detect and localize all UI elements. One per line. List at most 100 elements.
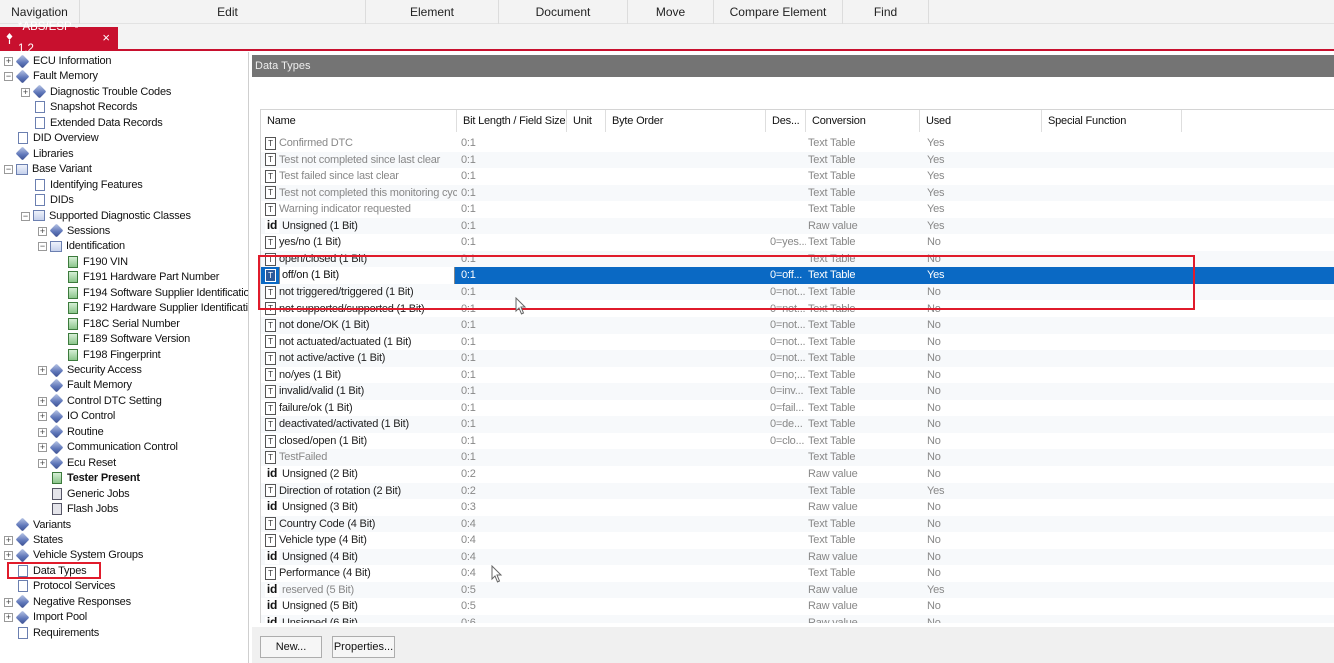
tree-item-extended-data-records[interactable]: Extended Data Records [33, 115, 163, 131]
tree-item-protocol-services[interactable]: Protocol Services [16, 578, 115, 594]
tree-item-dids[interactable]: DIDs [33, 192, 74, 208]
column-header-1[interactable]: Name [261, 110, 457, 132]
tree-item-negative-responses[interactable]: Negative Responses [15, 594, 131, 610]
tree-item-f194-software-supplier-identification[interactable]: F194 Software Supplier Identification [66, 285, 248, 301]
column-header-3[interactable]: Unit [567, 110, 606, 132]
table-row[interactable]: T Country Code (4 Bit) 0:4 Text Table No [261, 515, 1334, 533]
table-row[interactable]: T Vehicle type (4 Bit) 0:4 Text Table No [261, 532, 1334, 549]
tree-item-f192-hardware-supplier-identification[interactable]: F192 Hardware Supplier Identification [66, 300, 248, 316]
tree-item-fault-memory[interactable]: Fault Memory [49, 377, 132, 393]
tree-item-f198-fingerprint[interactable]: F198 Fingerprint [66, 347, 161, 363]
tree-item-identification[interactable]: Identification [50, 238, 125, 254]
tree-item-states[interactable]: States [15, 532, 63, 548]
column-header-7[interactable]: Used [920, 110, 1042, 132]
table-row[interactable]: Tnot triggered/triggered (1 Bit) 0:1 0=not… [261, 283, 1334, 301]
table-row[interactable]: Tnot active/active (1 Bit) 0:1 0=not... Tex… [261, 350, 1334, 367]
expand-icon[interactable]: + [4, 613, 13, 623]
table-row[interactable]: T Confirmed DTC 0:1 Text Table Yes [261, 135, 1334, 152]
expand-icon[interactable]: + [38, 443, 47, 453]
collapse-icon[interactable]: − [4, 165, 13, 175]
new-button[interactable]: New... [260, 636, 322, 658]
expand-icon[interactable]: + [4, 535, 13, 545]
column-header-4[interactable]: Byte Order [606, 110, 766, 132]
tree-item-io-control[interactable]: IO Control [49, 408, 115, 424]
table-row[interactable]: Tnot done/OK (1 Bit) 0:1 0=not... Text Tabl… [261, 317, 1334, 334]
menu-item-document[interactable]: Document [499, 0, 628, 24]
table-row[interactable]: Tno/yes (1 Bit) 0:1 0=no;... Text Table No [261, 367, 1334, 384]
properties-button[interactable]: Properties... [332, 636, 395, 658]
table-row[interactable]: T Test not completed since last clear 0:1 T… [261, 151, 1334, 169]
table-row[interactable]: Tclosed/open (1 Bit) 0:1 0=clo... Text Tabl… [261, 433, 1334, 450]
tree-item-data-types[interactable]: Data Types [16, 563, 87, 579]
table-row[interactable]: Tfailure/ok (1 Bit) 0:1 0=fail... Text Tabl… [261, 400, 1334, 417]
column-header-2[interactable]: Bit Length / Field Size [457, 110, 567, 132]
expand-icon[interactable]: + [4, 57, 13, 66]
tree-item-fault-memory[interactable]: Fault Memory [15, 68, 98, 84]
tree-item-f18c-serial-number[interactable]: F18C Serial Number [66, 316, 180, 332]
table-row[interactable]: id Unsigned (5 Bit) 0:5 Raw value No [261, 598, 1334, 615]
column-header-6[interactable]: Conversion [806, 110, 920, 132]
collapse-icon[interactable]: − [21, 211, 30, 221]
menu-item-element[interactable]: Element [366, 0, 499, 24]
menu-item-compare-element[interactable]: Compare Element [714, 0, 843, 24]
table-row[interactable]: id Unsigned (1 Bit) 0:1 Raw value Yes [261, 217, 1334, 235]
expand-icon[interactable]: + [38, 427, 47, 437]
expand-icon[interactable]: + [21, 87, 30, 97]
tree-item-ecu-reset[interactable]: Ecu Reset [49, 455, 116, 471]
table-row[interactable]: Topen/closed (1 Bit) 0:1 Text Table No [261, 250, 1334, 268]
table-row[interactable]: Tinvalid/valid (1 Bit) 0:1 0=inv... Text Ta… [261, 383, 1334, 400]
table-row[interactable]: Tnot supported/supported (1 Bit) 0:1 0=not… [261, 301, 1334, 318]
table-row[interactable]: T Performance (4 Bit) 0:4 Text Table No [261, 565, 1334, 582]
table-row[interactable]: Tdeactivated/activated (1 Bit) 0:1 0=de...… [261, 416, 1334, 433]
table-row[interactable]: T Direction of rotation (2 Bit) 0:2 Text Ta… [261, 482, 1334, 500]
tree-item-diagnostic-trouble-codes[interactable]: Diagnostic Trouble Codes [32, 84, 171, 100]
menu-item-edit[interactable]: Edit [90, 0, 366, 24]
table-row[interactable]: Tyes/no (1 Bit) 0:1 0=yes... Text Table No [261, 234, 1334, 251]
table-row[interactable]: Tnot actuated/actuated (1 Bit) 0:1 0=not..… [261, 334, 1334, 351]
expand-icon[interactable]: + [4, 597, 13, 607]
tree-item-flash-jobs[interactable]: Flash Jobs [50, 501, 118, 517]
table-row[interactable]: id Unsigned (6 Bit) 0:6 Raw value No [261, 614, 1334, 623]
table-row[interactable]: Toff/on (1 Bit) 0:1 0=off... Text Table Yes [261, 267, 1334, 284]
table-row[interactable]: T Test not completed this monitoring cycl… [261, 184, 1334, 202]
tree-item-import-pool[interactable]: Import Pool [15, 609, 87, 625]
expand-icon[interactable]: + [38, 366, 47, 375]
menu-item-find[interactable]: Find [843, 0, 929, 24]
tree-item-ecu-information[interactable]: ECU Information [15, 53, 112, 69]
table-row[interactable]: T TestFailed 0:1 Text Table No [261, 449, 1334, 466]
collapse-icon[interactable]: − [4, 72, 13, 82]
menu-item-move[interactable]: Move [628, 0, 714, 24]
table-row[interactable]: T Test failed since last clear 0:1 Text Tab… [261, 168, 1334, 185]
close-icon[interactable]: × [102, 27, 110, 49]
table-row[interactable]: id reserved (5 Bit) 0:5 Raw value Yes [261, 581, 1334, 599]
tree-item-f190-vin[interactable]: F190 VIN [66, 254, 128, 270]
expand-icon[interactable]: + [38, 396, 47, 406]
tree-item-sessions[interactable]: Sessions [49, 223, 110, 239]
tree-item-communication-control[interactable]: Communication Control [49, 439, 178, 455]
tree-item-f191-hardware-part-number[interactable]: F191 Hardware Part Number [66, 269, 219, 285]
tree-item-identifying-features[interactable]: Identifying Features [33, 177, 143, 193]
expand-icon[interactable]: + [38, 412, 47, 422]
expand-icon[interactable]: + [4, 551, 13, 561]
column-header-8[interactable]: Special Function [1042, 110, 1182, 132]
tree-item-requirements[interactable]: Requirements [16, 625, 99, 641]
table-row[interactable]: id Unsigned (2 Bit) 0:2 Raw value No [261, 466, 1334, 483]
expand-icon[interactable]: + [38, 458, 47, 468]
table-row[interactable]: T Warning indicator requested 0:1 Text Tabl… [261, 201, 1334, 218]
tree-item-routine[interactable]: Routine [49, 424, 104, 440]
tree-item-vehicle-system-groups[interactable]: Vehicle System Groups [15, 547, 143, 563]
tree-item-base-variant[interactable]: Base Variant [16, 161, 92, 177]
tree-item-snapshot-records[interactable]: Snapshot Records [33, 99, 138, 115]
tree-item-security-access[interactable]: Security Access [49, 362, 142, 378]
table-row[interactable]: id Unsigned (3 Bit) 0:3 Raw value No [261, 499, 1334, 516]
tree-item-tester-present[interactable]: Tester Present [50, 470, 140, 486]
tree-item-did-overview[interactable]: DID Overview [16, 130, 99, 146]
tree-item-supported-diagnostic-classes[interactable]: Supported Diagnostic Classes [33, 208, 191, 224]
tree-item-generic-jobs[interactable]: Generic Jobs [50, 486, 130, 502]
column-header-5[interactable]: Des... [766, 110, 806, 132]
tree-item-libraries[interactable]: Libraries [15, 146, 74, 162]
collapse-icon[interactable]: − [38, 242, 47, 252]
document-tab[interactable]: *ABS/ESP - 1.2 × [0, 21, 118, 55]
tree-item-variants[interactable]: Variants [15, 517, 71, 533]
tree-item-f189-software-version[interactable]: F189 Software Version [66, 331, 190, 347]
